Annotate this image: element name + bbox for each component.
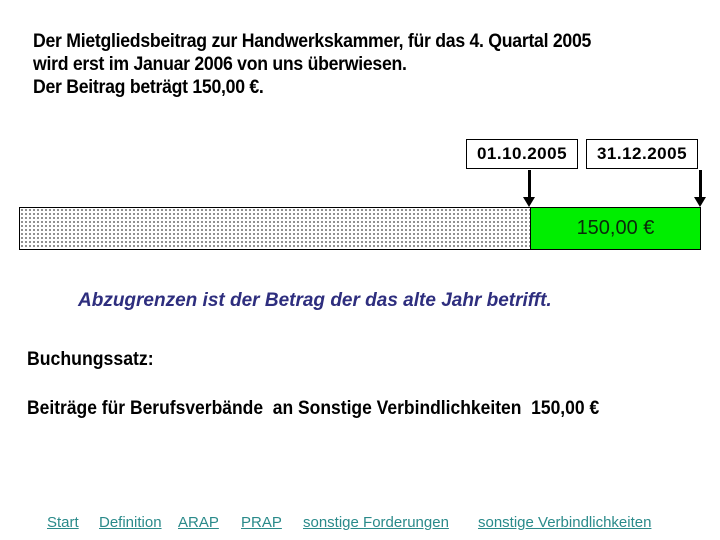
intro-text: Der Mietgliedsbeitrag zur Handwerkskamme… [33,30,665,99]
booking-entry: Beiträge für Berufsverbände an Sonstige … [27,398,600,419]
end-date-box: 31.12.2005 [586,139,698,169]
navigation-bar: Start Definition ARAP PRAP sonstige Ford… [0,514,720,536]
nav-link-prap[interactable]: PRAP [241,514,282,531]
booking-heading: Buchungssatz: [27,349,154,370]
nav-link-arap[interactable]: ARAP [178,514,219,531]
nav-link-start[interactable]: Start [47,514,79,531]
intro-line: Der Mietgliedsbeitrag zur Handwerkskamme… [33,31,592,52]
accrual-note: Abzugrenzen ist der Betrag der das alte … [78,290,552,311]
nav-link-definition[interactable]: Definition [99,514,162,531]
intro-line: Der Beitrag beträgt 150,00 €. [33,77,264,98]
intro-line: wird erst im Januar 2006 von uns überwie… [33,54,407,75]
current-period-bar: 150,00 € [530,207,701,250]
nav-link-sonstige-forderungen[interactable]: sonstige Forderungen [303,514,449,531]
nav-link-sonstige-verbindlichkeiten[interactable]: sonstige Verbindlichkeiten [478,514,651,531]
start-date-box: 01.10.2005 [466,139,578,169]
arrow-down-icon [523,170,535,207]
previous-period-bar [19,207,531,250]
arrow-down-icon [694,170,706,207]
